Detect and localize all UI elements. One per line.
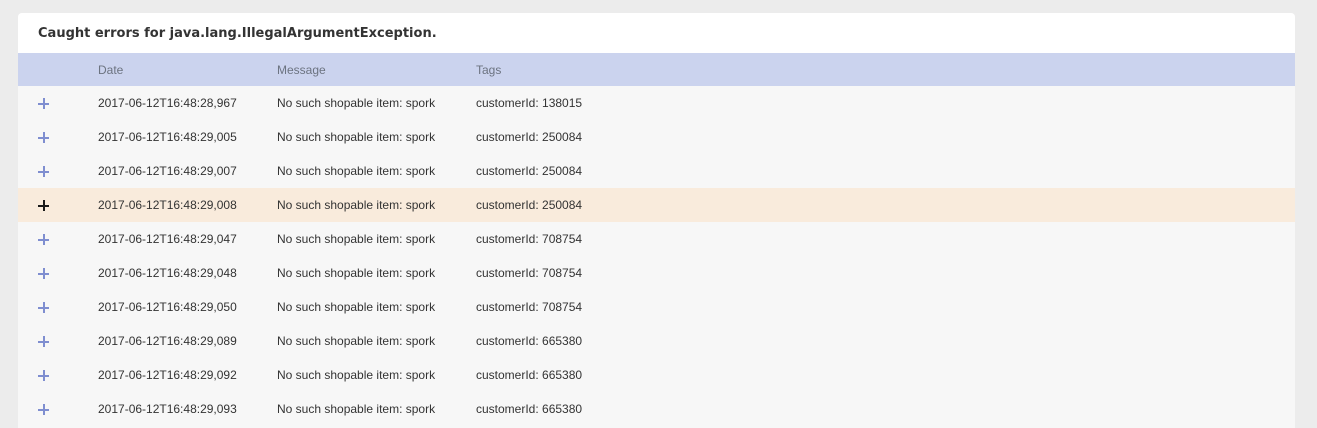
row-message: No such shopable item: spork [277,96,436,110]
row-tags: customerId: 138015 [476,96,583,110]
row-message: No such shopable item: spork [277,232,436,246]
tags-column-header[interactable]: Tags [476,53,1295,86]
plus-icon[interactable] [38,268,49,280]
plus-icon[interactable] [38,234,49,246]
row-tags: customerId: 665380 [476,368,583,382]
row-date: 2017-06-12T16:48:29,007 [98,164,237,178]
plus-icon[interactable] [38,370,49,382]
table-row[interactable]: 2017-06-12T16:48:29,008 No such shopable … [18,188,1295,222]
row-date: 2017-06-12T16:48:29,008 [98,198,237,212]
row-message: No such shopable item: spork [277,198,436,212]
errors-panel: Caught errors for java.lang.IllegalArgum… [18,13,1295,428]
table-row[interactable]: 2017-06-12T16:48:29,092 No such shopable … [18,358,1295,392]
plus-icon[interactable] [38,132,49,144]
row-tags: customerId: 708754 [476,266,583,280]
plus-icon[interactable] [38,166,49,178]
expand-cell [18,358,98,392]
date-column-header[interactable]: Date [98,53,277,86]
row-date: 2017-06-12T16:48:29,047 [98,232,237,246]
expand-column-header [18,53,98,86]
panel-title: Caught errors for java.lang.IllegalArgum… [18,13,1295,53]
expand-cell [18,324,98,358]
table-header-row: Date Message Tags [18,53,1295,86]
row-date: 2017-06-12T16:48:29,092 [98,368,237,382]
table-row[interactable]: 2017-06-12T16:48:29,007 No such shopable … [18,154,1295,188]
table-row[interactable]: 2017-06-12T16:48:29,047 No such shopable … [18,222,1295,256]
row-tags: customerId: 708754 [476,300,583,314]
row-date: 2017-06-12T16:48:29,089 [98,334,237,348]
table-row[interactable]: 2017-06-12T16:48:29,093 No such shopable … [18,392,1295,426]
expand-cell [18,154,98,188]
plus-icon[interactable] [38,336,49,348]
plus-icon[interactable] [38,200,49,212]
row-tags: customerId: 708754 [476,232,583,246]
expand-cell [18,188,98,222]
expand-cell [18,86,98,120]
table-row[interactable]: 2017-06-12T16:48:29,089 No such shopable … [18,324,1295,358]
message-column-header[interactable]: Message [277,53,476,86]
expand-cell [18,222,98,256]
row-date: 2017-06-12T16:48:28,967 [98,96,237,110]
row-message: No such shopable item: spork [277,368,436,382]
plus-icon[interactable] [38,98,49,110]
table-row[interactable]: 2017-06-12T16:48:29,048 No such shopable … [18,256,1295,290]
table-row[interactable]: 2017-06-12T16:48:28,967 No such shopable … [18,86,1295,120]
row-date: 2017-06-12T16:48:29,093 [98,402,237,416]
table-row[interactable]: 2017-06-12T16:48:29,050 No such shopable … [18,290,1295,324]
expand-cell [18,392,98,426]
table-body: 2017-06-12T16:48:28,967 No such shopable … [18,86,1295,426]
expand-cell [18,256,98,290]
row-message: No such shopable item: spork [277,402,436,416]
table-row[interactable]: 2017-06-12T16:48:29,005 No such shopable … [18,120,1295,154]
errors-table: Date Message Tags 2017-06-12T16:48:28,96… [18,53,1295,426]
row-tags: customerId: 665380 [476,334,583,348]
plus-icon[interactable] [38,302,49,314]
row-tags: customerId: 250084 [476,130,583,144]
row-message: No such shopable item: spork [277,164,436,178]
expand-cell [18,290,98,324]
row-date: 2017-06-12T16:48:29,005 [98,130,237,144]
row-message: No such shopable item: spork [277,334,436,348]
row-message: No such shopable item: spork [277,266,436,280]
row-tags: customerId: 250084 [476,198,583,212]
row-message: No such shopable item: spork [277,300,436,314]
row-tags: customerId: 665380 [476,402,583,416]
plus-icon[interactable] [38,404,49,416]
row-date: 2017-06-12T16:48:29,050 [98,300,237,314]
row-message: No such shopable item: spork [277,130,436,144]
row-date: 2017-06-12T16:48:29,048 [98,266,237,280]
row-tags: customerId: 250084 [476,164,583,178]
expand-cell [18,120,98,154]
